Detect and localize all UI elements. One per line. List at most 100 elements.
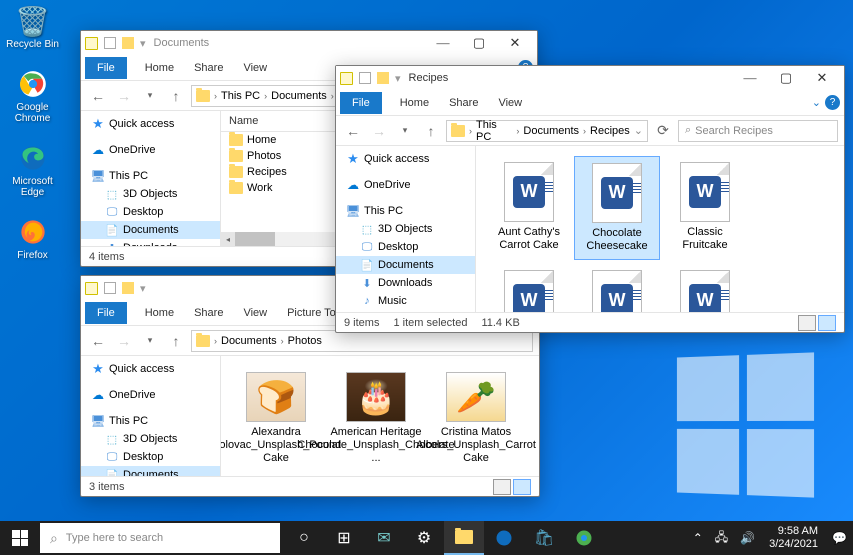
nav-quick-access[interactable]: ★Quick access xyxy=(336,150,475,168)
nav-this-pc[interactable]: 🖥This PC xyxy=(336,202,475,220)
nav-music[interactable]: ♪Music xyxy=(336,292,475,310)
addr-dropdown-icon[interactable]: ⌄ xyxy=(634,124,643,137)
nav-this-pc[interactable]: 🖥This PC xyxy=(81,167,220,185)
nav-downloads[interactable]: ⬇Downloads xyxy=(81,239,220,246)
qat-new-icon[interactable] xyxy=(377,72,389,84)
breadcrumb-seg[interactable]: Recipes xyxy=(590,125,630,137)
view-tab[interactable]: View xyxy=(233,57,277,79)
back-button[interactable]: ← xyxy=(87,330,109,352)
cortana-button[interactable]: ○ xyxy=(284,521,324,555)
qat-new-icon[interactable] xyxy=(122,37,134,49)
nav-pane[interactable]: ★Quick access ☁OneDrive 🖥This PC ⬚3D Obj… xyxy=(81,111,221,246)
share-tab[interactable]: Share xyxy=(439,92,488,114)
qat-props-icon[interactable] xyxy=(359,72,371,84)
search-input[interactable]: ⌕ Search Recipes xyxy=(678,120,838,142)
network-icon[interactable]: 🖧 xyxy=(709,521,734,555)
file-tile[interactable]: WClassic Fruitcake xyxy=(662,156,748,260)
file-explorer-app[interactable] xyxy=(444,521,484,555)
nav-onedrive[interactable]: ☁OneDrive xyxy=(81,386,220,404)
close-button[interactable]: ✕ xyxy=(804,66,840,90)
nav-3d-objects[interactable]: ⬚3D Objects xyxy=(336,220,475,238)
up-button[interactable]: ↑ xyxy=(165,330,187,352)
back-button[interactable]: ← xyxy=(342,120,364,142)
file-tile[interactable]: WEasy Cake Pops xyxy=(486,264,572,312)
recent-button[interactable]: ▾ xyxy=(394,120,416,142)
refresh-button[interactable]: ⟳ xyxy=(652,120,674,142)
nav-desktop[interactable]: 🖵Desktop xyxy=(336,238,475,256)
tray-chevron-icon[interactable]: ⌃ xyxy=(687,521,709,555)
qat-new-icon[interactable] xyxy=(122,282,134,294)
view-icons-button[interactable] xyxy=(818,315,836,331)
nav-desktop[interactable]: 🖵Desktop xyxy=(81,203,220,221)
share-tab[interactable]: Share xyxy=(184,302,233,324)
file-tab[interactable]: File xyxy=(340,92,382,114)
notifications-icon[interactable]: 💬 xyxy=(826,521,853,555)
google-chrome[interactable]: Google Chrome xyxy=(5,68,60,124)
home-tab[interactable]: Home xyxy=(135,57,184,79)
breadcrumb-seg[interactable]: Documents xyxy=(271,90,327,102)
store-app[interactable]: 🛍 xyxy=(524,521,564,555)
file-tile[interactable]: WChocolate Cheesecake xyxy=(574,156,660,260)
file-tile[interactable]: 🥕Cristina Matos Albers_Unsplash_Carrot C… xyxy=(431,366,521,472)
home-tab[interactable]: Home xyxy=(135,302,184,324)
file-tile[interactable]: WAunt Cathy's Carrot Cake xyxy=(486,156,572,260)
forward-button[interactable]: → xyxy=(113,330,135,352)
nav-documents[interactable]: 📄Documents xyxy=(336,256,475,274)
nav-documents[interactable]: 📄Documents xyxy=(81,221,220,239)
nav-quick-access[interactable]: ★Quick access xyxy=(81,360,220,378)
chrome-app[interactable] xyxy=(564,521,604,555)
breadcrumb-seg[interactable]: Photos xyxy=(288,335,322,347)
breadcrumb-seg[interactable]: This PC xyxy=(476,119,512,143)
qat-props-icon[interactable] xyxy=(104,37,116,49)
view-tab[interactable]: View xyxy=(233,302,277,324)
address-bar[interactable]: › This PC › Documents › Recipes ⌄ xyxy=(446,120,648,142)
nav-this-pc[interactable]: 🖥This PC xyxy=(81,412,220,430)
settings-app[interactable]: ⚙ xyxy=(404,521,444,555)
home-tab[interactable]: Home xyxy=(390,92,439,114)
file-tile[interactable]: WJeremy's Low-Fat Cheesecake xyxy=(662,264,748,312)
taskbar-search[interactable]: ⌕ Type here to search xyxy=(40,523,280,553)
up-button[interactable]: ↑ xyxy=(420,120,442,142)
recycle-bin[interactable]: 🗑️ Recycle Bin xyxy=(5,5,60,50)
forward-button[interactable]: → xyxy=(368,120,390,142)
breadcrumb-seg[interactable]: Documents xyxy=(221,335,277,347)
task-view-button[interactable]: ⊞ xyxy=(324,521,364,555)
qat-props-icon[interactable] xyxy=(104,282,116,294)
qat-dropdown-icon[interactable]: ▾ xyxy=(140,37,146,50)
back-button[interactable]: ← xyxy=(87,85,109,107)
file-tile[interactable]: WGerman Chocolate Cake xyxy=(574,264,660,312)
mail-app[interactable]: ✉ xyxy=(364,521,404,555)
nav-pane[interactable]: ★Quick access ☁OneDrive 🖥This PC ⬚3D Obj… xyxy=(81,356,221,476)
nav-quick-access[interactable]: ★Quick access xyxy=(81,115,220,133)
content-pane[interactable]: WAunt Cathy's Carrot CakeWChocolate Chee… xyxy=(476,146,844,312)
maximize-button[interactable]: ▢ xyxy=(768,66,804,90)
recent-button[interactable]: ▾ xyxy=(139,85,161,107)
file-tab[interactable]: File xyxy=(85,302,127,324)
nav-onedrive[interactable]: ☁OneDrive xyxy=(81,141,220,159)
file-tab[interactable]: File xyxy=(85,57,127,79)
maximize-button[interactable]: ▢ xyxy=(461,31,497,55)
volume-icon[interactable]: 🔊 xyxy=(734,521,761,555)
nav-3d-objects[interactable]: ⬚3D Objects xyxy=(81,430,220,448)
recent-button[interactable]: ▾ xyxy=(139,330,161,352)
nav-desktop[interactable]: 🖵Desktop xyxy=(81,448,220,466)
forward-button[interactable]: → xyxy=(113,85,135,107)
nav-onedrive[interactable]: ☁OneDrive xyxy=(336,176,475,194)
nav-downloads[interactable]: ⬇Downloads xyxy=(336,274,475,292)
microsoft-edge[interactable]: Microsoft Edge xyxy=(5,142,60,198)
titlebar[interactable]: ▾ Documents — ▢ ✕ xyxy=(81,31,537,55)
minimize-button[interactable]: — xyxy=(732,66,768,90)
expand-ribbon-icon[interactable]: ⌄ xyxy=(812,96,821,109)
content-pane[interactable]: 🍞Alexandra Golovac_Unsplash_Pound Cake 🎂… xyxy=(221,356,539,476)
up-button[interactable]: ↑ xyxy=(165,85,187,107)
view-tab[interactable]: View xyxy=(488,92,532,114)
qat-dropdown-icon[interactable]: ▾ xyxy=(140,282,146,295)
clock[interactable]: 9:58 AM 3/24/2021 xyxy=(761,525,826,551)
help-icon[interactable]: ? xyxy=(825,95,840,110)
view-details-button[interactable] xyxy=(798,315,816,331)
nav-documents[interactable]: 📄Documents xyxy=(81,466,220,476)
minimize-button[interactable]: — xyxy=(425,31,461,55)
qat-dropdown-icon[interactable]: ▾ xyxy=(395,72,401,85)
close-button[interactable]: ✕ xyxy=(497,31,533,55)
explorer-recipes[interactable]: ▾ Recipes — ▢ ✕ File Home Share View ⌄? … xyxy=(335,65,845,333)
